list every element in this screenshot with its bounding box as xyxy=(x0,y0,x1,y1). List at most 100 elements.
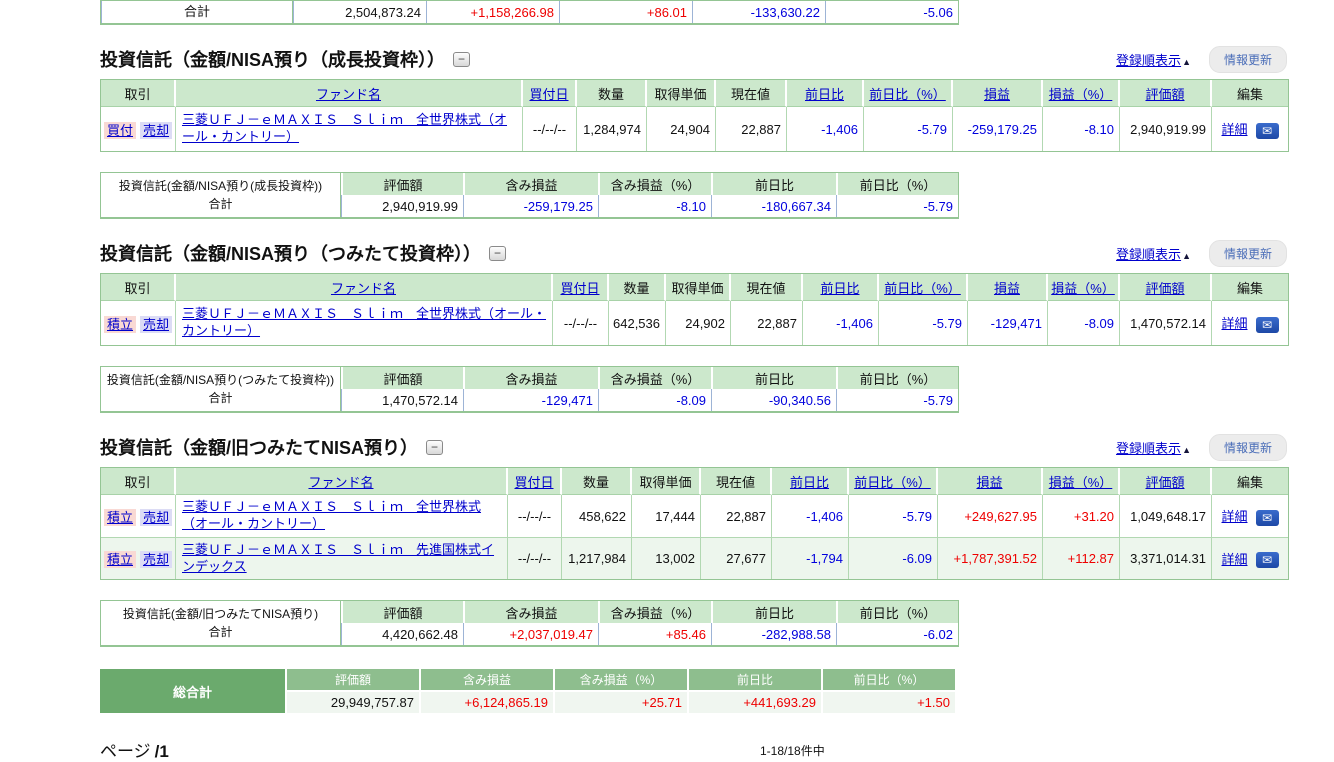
day-change-pct-sort-link[interactable]: 前日比（%） xyxy=(884,281,961,296)
detail-link[interactable]: 詳細 xyxy=(1221,552,1247,567)
section-tools: 登録順表示▲ 情報更新 xyxy=(1116,434,1287,461)
fund-link[interactable]: 三菱ＵＦＪ－ｅＭＡＸＩＳ Ｓｌｉｍ 全世界株式（オール・カントリー） xyxy=(182,499,481,531)
detail-link[interactable]: 詳細 xyxy=(1221,122,1247,137)
fund-row: 積立売却 三菱ＵＦＪ－ｅＭＡＸＩＳ Ｓｌｉｍ 先進国株式インデックス --/--… xyxy=(101,537,1288,579)
section-title: 投資信託（金額/旧つみたてNISA預り） xyxy=(100,434,418,460)
section-total-table: 投資信託(金額/NISA預り(つみたて投資枠))合計 評価額 含み損益 含み損益… xyxy=(100,366,959,413)
tsumitate-link[interactable]: 積立 xyxy=(104,316,136,333)
col-trade: 取引 xyxy=(101,80,176,107)
summary-label: 投資信託(金額/NISA預り(つみたて投資枠))合計 xyxy=(101,367,341,411)
fund-sort-link[interactable]: ファンド名 xyxy=(308,475,373,490)
col-pl: 損益 xyxy=(953,80,1043,107)
pl-sort-link[interactable]: 損益 xyxy=(994,281,1020,296)
quantity-cell: 1,217,984 xyxy=(562,537,632,579)
unrealized-pct-total: +85.46 xyxy=(598,623,711,645)
fund-sort-link[interactable]: ファンド名 xyxy=(316,87,381,102)
col-valuation: 評価額 xyxy=(341,601,463,623)
buy-date-sort-link[interactable]: 買付日 xyxy=(560,281,599,296)
day-change-cell: -1,406 xyxy=(787,107,864,151)
buy-date-sort-link[interactable]: 買付日 xyxy=(514,475,553,490)
sell-link[interactable]: 売却 xyxy=(140,551,172,568)
sell-link[interactable]: 売却 xyxy=(140,122,172,139)
pl-sort-link[interactable]: 損益 xyxy=(976,475,1002,490)
col-unrealized: 含み損益 xyxy=(463,173,598,195)
col-current-price: 現在値 xyxy=(731,274,803,301)
col-pl-pct: 損益（%） xyxy=(1043,80,1120,107)
col-day-change-pct: 前日比（%） xyxy=(849,468,938,495)
mail-icon[interactable]: ✉ xyxy=(1256,317,1279,333)
tsumitate-link[interactable]: 積立 xyxy=(104,509,136,526)
valuation-sort-link[interactable]: 評価額 xyxy=(1145,281,1184,296)
buy-link[interactable]: 買付 xyxy=(104,122,136,139)
detail-link[interactable]: 詳細 xyxy=(1221,316,1247,331)
holdings-table: 取引 ファンド名 買付日 数量 取得単価 現在値 前日比 前日比（%） 損益 損… xyxy=(100,273,1289,346)
col-pl: 損益 xyxy=(938,468,1043,495)
tsumitate-link[interactable]: 積立 xyxy=(104,551,136,568)
summary-header-row: 投資信託(金額/NISA預り(成長投資枠))合計 評価額 含み損益 含み損益（%… xyxy=(101,173,958,195)
day-change-pct-cell: -5.79 xyxy=(864,107,953,151)
col-unit-cost: 取得単価 xyxy=(632,468,701,495)
unrealized-pct-grand-total: +25.71 xyxy=(555,692,687,713)
refresh-button[interactable]: 情報更新 xyxy=(1209,240,1287,267)
mail-icon[interactable]: ✉ xyxy=(1256,552,1279,568)
col-buy-date: 買付日 xyxy=(553,274,609,301)
col-edit: 編集 xyxy=(1212,274,1288,301)
col-day-change-pct: 前日比（%） xyxy=(879,274,968,301)
pl-pct-cell: -8.09 xyxy=(1048,301,1120,345)
col-day-change-pct: 前日比（%） xyxy=(836,173,958,195)
refresh-button[interactable]: 情報更新 xyxy=(1209,46,1287,73)
buy-date-sort-link[interactable]: 買付日 xyxy=(529,87,568,102)
col-fund: ファンド名 xyxy=(176,80,523,107)
section-tools: 登録順表示▲ 情報更新 xyxy=(1116,46,1287,73)
quantity-cell: 642,536 xyxy=(609,301,666,345)
pl-pct-sort-link[interactable]: 損益（%） xyxy=(1051,281,1115,296)
fund-link[interactable]: 三菱ＵＦＪ－ｅＭＡＸＩＳ Ｓｌｉｍ 全世界株式（オール・カントリー） xyxy=(182,306,546,338)
collapse-icon[interactable]: − xyxy=(489,246,506,261)
day-change-pct-grand-total: +1.50 xyxy=(823,692,955,713)
valuation-sort-link[interactable]: 評価額 xyxy=(1145,87,1184,102)
fund-row: 積立売却 三菱ＵＦＪ－ｅＭＡＸＩＳ Ｓｌｉｍ 全世界株式（オール・カントリー） … xyxy=(101,301,1288,345)
col-unrealized-pct: 含み損益（%） xyxy=(598,601,711,623)
col-current-price: 現在値 xyxy=(701,468,772,495)
pl-sort-link[interactable]: 損益 xyxy=(984,87,1010,102)
valuation-grand-total: 29,949,757.87 xyxy=(287,692,419,713)
unrealized-total: +1,158,266.98 xyxy=(426,1,559,23)
unit-cost-cell: 24,904 xyxy=(647,107,716,151)
sort-order-link[interactable]: 登録順表示▲ xyxy=(1116,438,1191,457)
grand-total-table: 総合計 評価額 含み損益 含み損益（%） 前日比 前日比（%） 29,949,7… xyxy=(98,667,957,715)
table-header-row: 取引 ファンド名 買付日 数量 取得単価 現在値 前日比 前日比（%） 損益 損… xyxy=(101,274,1288,301)
buy-date-cell: --/--/-- xyxy=(508,537,562,579)
fund-sort-link[interactable]: ファンド名 xyxy=(331,281,396,296)
collapse-icon[interactable]: − xyxy=(426,440,443,455)
unrealized-pct-total: -8.10 xyxy=(598,195,711,217)
pl-pct-sort-link[interactable]: 損益（%） xyxy=(1049,475,1113,490)
pl-pct-sort-link[interactable]: 損益（%） xyxy=(1049,87,1113,102)
mail-icon[interactable]: ✉ xyxy=(1256,510,1279,526)
sell-link[interactable]: 売却 xyxy=(140,509,172,526)
day-change-sort-link[interactable]: 前日比 xyxy=(805,87,844,102)
unit-cost-cell: 17,444 xyxy=(632,495,701,537)
pl-cell: +249,627.95 xyxy=(938,495,1043,537)
summary-label: 投資信託(金額/旧つみたてNISA預り)合計 xyxy=(101,601,341,645)
fund-row: 積立売却 三菱ＵＦＪ－ｅＭＡＸＩＳ Ｓｌｉｍ 全世界株式（オール・カントリー） … xyxy=(101,495,1288,537)
fund-link[interactable]: 三菱ＵＦＪ－ｅＭＡＸＩＳ Ｓｌｉｍ 全世界株式（オール・カントリー） xyxy=(182,112,507,144)
day-change-sort-link[interactable]: 前日比 xyxy=(790,475,829,490)
day-change-pct-sort-link[interactable]: 前日比（%） xyxy=(869,87,946,102)
sort-order-link[interactable]: 登録順表示▲ xyxy=(1116,244,1191,263)
col-pl: 損益 xyxy=(968,274,1048,301)
summary-label: 投資信託(金額/NISA預り(成長投資枠))合計 xyxy=(101,173,341,217)
result-count: 1-18/18件中 xyxy=(760,742,825,759)
day-change-pct-total: -5.79 xyxy=(836,195,958,217)
day-change-sort-link[interactable]: 前日比 xyxy=(820,281,859,296)
collapse-icon[interactable]: − xyxy=(453,52,470,67)
detail-link[interactable]: 詳細 xyxy=(1221,509,1247,524)
day-change-pct-sort-link[interactable]: 前日比（%） xyxy=(854,475,931,490)
day-change-pct-total: -5.06 xyxy=(825,1,958,23)
refresh-button[interactable]: 情報更新 xyxy=(1209,434,1287,461)
fund-link[interactable]: 三菱ＵＦＪ－ｅＭＡＸＩＳ Ｓｌｉｍ 先進国株式インデックス xyxy=(182,542,494,574)
sort-order-link[interactable]: 登録順表示▲ xyxy=(1116,50,1191,69)
day-change-pct-total: -6.02 xyxy=(836,623,958,645)
mail-icon[interactable]: ✉ xyxy=(1256,123,1279,139)
sell-link[interactable]: 売却 xyxy=(140,316,172,333)
valuation-sort-link[interactable]: 評価額 xyxy=(1145,475,1184,490)
